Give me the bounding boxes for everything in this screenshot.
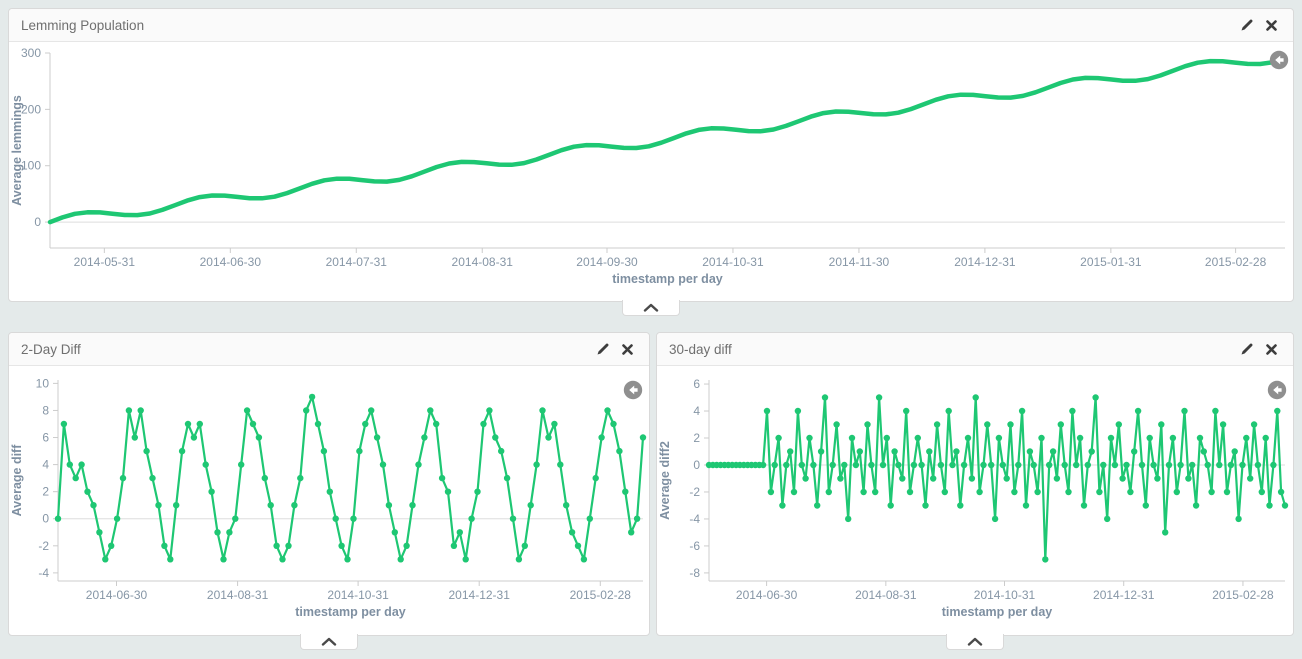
panel-title: 2-Day Diff — [21, 342, 593, 357]
edit-panel-button[interactable] — [593, 339, 613, 359]
back-button[interactable] — [1267, 380, 1287, 400]
svg-text:2014-08-31: 2014-08-31 — [855, 588, 917, 602]
svg-text:6: 6 — [693, 377, 700, 391]
edit-panel-button[interactable] — [1237, 339, 1257, 359]
svg-text:-6: -6 — [689, 539, 700, 553]
svg-text:-2: -2 — [38, 539, 49, 553]
svg-text:timestamp per day: timestamp per day — [942, 605, 1053, 619]
panel-title: 30-day diff — [669, 342, 1237, 357]
pencil-icon — [1240, 18, 1254, 32]
two-day-diff-chart[interactable]: -4 -2 0 2 4 6 8 10 2014-06-30 2014-08-31 2014-10-3… — [9, 366, 649, 635]
thirty-day-diff-chart[interactable]: -8 -6 -4 -2 0 2 4 6 2014-06-30 2014-08-31 2014-10-… — [657, 366, 1293, 635]
svg-text:2015-02-28: 2015-02-28 — [1212, 588, 1274, 602]
lemming-population-chart[interactable]: 0 100 200 300 2014-05-31 2014-06-30 2014-07-31… — [9, 42, 1293, 301]
dashboard: Lemming Population 01002003002014-05-312… — [0, 0, 1302, 659]
edit-panel-button[interactable] — [1237, 15, 1257, 35]
collapse-panel-tab[interactable] — [946, 634, 1004, 650]
svg-text:2: 2 — [42, 485, 49, 499]
svg-text:2014-06-30: 2014-06-30 — [736, 588, 798, 602]
collapse-panel-tab[interactable] — [300, 634, 358, 650]
panel-title: Lemming Population — [21, 18, 1237, 33]
close-icon — [622, 344, 633, 355]
chart-area: 0 100 200 300 2014-05-31 2014-06-30 2014-07-31… — [9, 42, 1293, 301]
svg-text:2015-02-28: 2015-02-28 — [1205, 255, 1267, 269]
svg-text:2014-08-31: 2014-08-31 — [207, 588, 269, 602]
svg-text:-4: -4 — [38, 566, 49, 580]
panel-lemming-population: Lemming Population 0 100 200 300 2014-05-31 2… — [8, 8, 1294, 302]
close-panel-button[interactable] — [1261, 339, 1281, 359]
svg-text:2014-12-31: 2014-12-31 — [954, 255, 1016, 269]
svg-text:2014-11-30: 2014-11-30 — [829, 255, 890, 269]
svg-text:-2: -2 — [689, 485, 700, 499]
svg-text:Average diff2: Average diff2 — [658, 441, 672, 520]
svg-text:2014-10-31: 2014-10-31 — [327, 588, 389, 602]
svg-text:2014-10-31: 2014-10-31 — [974, 588, 1036, 602]
back-button[interactable] — [1269, 50, 1289, 70]
svg-text:2014-06-30: 2014-06-30 — [200, 255, 262, 269]
chart-area: -4 -2 0 2 4 6 8 10 2014-06-30 2014-08-31 2014-10-3… — [9, 366, 649, 635]
svg-text:2: 2 — [693, 431, 700, 445]
panel-2-day-diff: 2-Day Diff -4 -2 0 2 4 6 8 10 2014-06-30 2014-08-… — [8, 332, 650, 636]
panel-30-day-diff: 30-day diff -8 -6 -4 -2 0 2 4 6 2014-06-30 2014-0… — [656, 332, 1294, 636]
svg-text:0: 0 — [693, 458, 700, 472]
back-button[interactable] — [623, 380, 643, 400]
svg-text:-4: -4 — [689, 512, 700, 526]
collapse-panel-tab[interactable] — [622, 300, 680, 316]
svg-text:0: 0 — [34, 215, 41, 229]
svg-text:2014-05-31: 2014-05-31 — [74, 255, 136, 269]
chevron-up-icon — [643, 303, 659, 312]
svg-text:Average lemmings: Average lemmings — [10, 95, 24, 206]
svg-text:timestamp per day: timestamp per day — [612, 272, 723, 286]
svg-text:10: 10 — [36, 376, 50, 390]
svg-text:4: 4 — [693, 404, 700, 418]
pencil-icon — [1240, 342, 1254, 356]
svg-text:2014-12-31: 2014-12-31 — [449, 588, 511, 602]
close-panel-button[interactable] — [1261, 15, 1281, 35]
close-panel-button[interactable] — [617, 339, 637, 359]
svg-text:2014-07-31: 2014-07-31 — [326, 255, 388, 269]
chevron-up-icon — [967, 637, 983, 646]
pencil-icon — [596, 342, 610, 356]
svg-text:2014-08-31: 2014-08-31 — [452, 255, 514, 269]
svg-text:4: 4 — [42, 458, 49, 472]
close-icon — [1266, 20, 1277, 31]
svg-text:2014-06-30: 2014-06-30 — [86, 588, 148, 602]
svg-text:200: 200 — [21, 102, 41, 116]
panel-header: 2-Day Diff — [9, 333, 649, 366]
panel-header: Lemming Population — [9, 9, 1293, 42]
svg-text:100: 100 — [21, 159, 41, 173]
svg-text:6: 6 — [42, 431, 49, 445]
back-circle-arrow-icon — [1269, 50, 1289, 70]
svg-text:2014-09-30: 2014-09-30 — [576, 255, 638, 269]
svg-text:2015-01-31: 2015-01-31 — [1080, 255, 1142, 269]
svg-text:timestamp per day: timestamp per day — [295, 605, 406, 619]
svg-text:Average diff: Average diff — [10, 444, 24, 517]
back-circle-arrow-icon — [623, 380, 643, 400]
svg-text:2014-12-31: 2014-12-31 — [1093, 588, 1155, 602]
svg-text:8: 8 — [42, 403, 49, 417]
chart-area: -8 -6 -4 -2 0 2 4 6 2014-06-30 2014-08-31 2014-10-… — [657, 366, 1293, 635]
svg-text:2014-10-31: 2014-10-31 — [702, 255, 764, 269]
svg-text:-8: -8 — [689, 566, 700, 580]
panel-header: 30-day diff — [657, 333, 1293, 366]
svg-text:300: 300 — [21, 46, 41, 60]
back-circle-arrow-icon — [1267, 380, 1287, 400]
close-icon — [1266, 344, 1277, 355]
svg-text:0: 0 — [42, 512, 49, 526]
chevron-up-icon — [321, 637, 337, 646]
svg-text:2015-02-28: 2015-02-28 — [570, 588, 632, 602]
